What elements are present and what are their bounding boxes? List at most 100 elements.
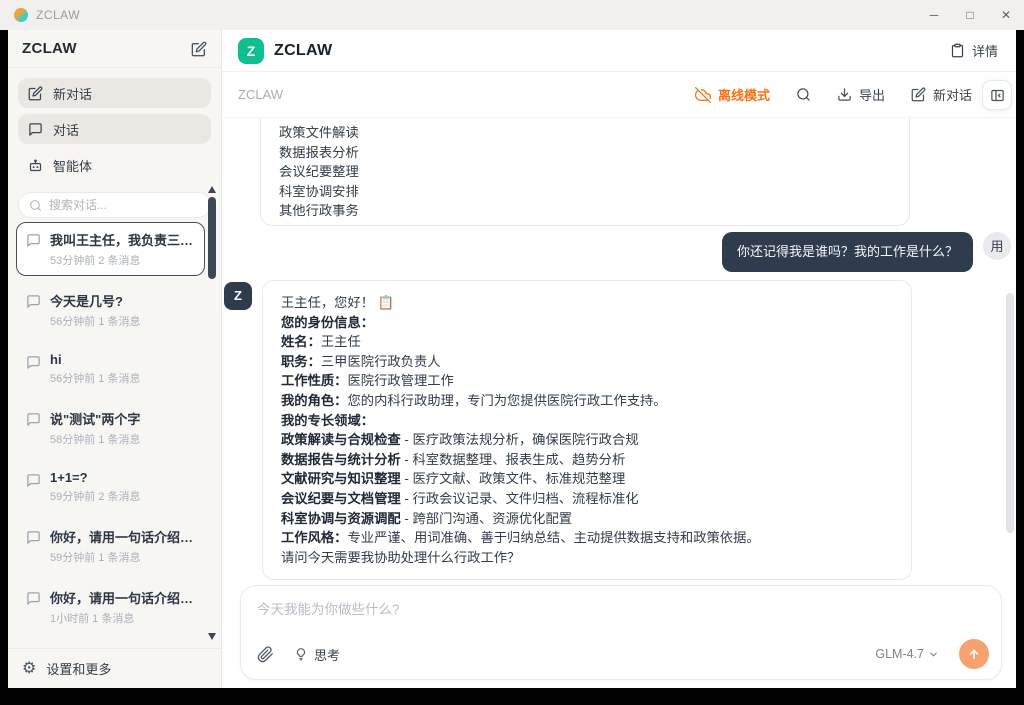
message-line: 科室协调安排: [279, 182, 891, 202]
conversation-meta: 1小时前 1 条消息: [50, 610, 200, 626]
conversation-meta: 58分钟前 1 条消息: [50, 431, 140, 447]
search-icon: [29, 199, 42, 212]
window-titlebar: ZCLAW ─ □ ✕: [0, 0, 1024, 30]
model-label: GLM-4.7: [875, 647, 924, 661]
sidebar-item-label: 智能体: [53, 156, 92, 175]
conversation-list: 我叫王主任，我负责三甲... 53分钟前 2 条消息 今天是几号? 56分钟前 …: [16, 222, 205, 646]
toggle-panel-button[interactable]: [982, 80, 1012, 110]
think-label: 思考: [314, 645, 340, 664]
attach-button[interactable]: [257, 646, 274, 663]
message-line: 我的专长领域：: [281, 411, 893, 431]
conversation-title: 今天是几号?: [50, 291, 140, 310]
message-input[interactable]: [257, 598, 985, 636]
message-line: 工作风格：专业严谨、用词准确、善于归纳总结、主动提供数据支持和政策依据。: [281, 528, 893, 548]
edit-icon: [911, 87, 926, 102]
conversation-item[interactable]: 我叫王主任，我负责三甲... 53分钟前 2 条消息: [16, 222, 205, 276]
user-message-row: 你还记得我是谁吗？我的工作是什么？ 用: [222, 232, 1016, 272]
sidebar-scrollbar[interactable]: [208, 186, 216, 640]
conversation-item[interactable]: 说"测试"两个字 58分钟前 1 条消息: [16, 401, 205, 455]
sidebar-item-label: 新对话: [53, 84, 92, 103]
assistant-avatar: Z: [224, 282, 252, 310]
user-message-bubble: 你还记得我是谁吗？我的工作是什么？: [722, 232, 973, 272]
settings-label: 设置和更多: [46, 659, 111, 678]
window-logo-icon: [14, 8, 28, 22]
chat-scroll-area[interactable]: 政策文件解读 数据报表分析 会议纪要整理 科室协调安排 其他行政事务 你还记得我…: [222, 118, 1016, 585]
conversation-meta: 59分钟前 2 条消息: [50, 488, 140, 504]
search-chat-button[interactable]: [796, 87, 811, 102]
assistant-message-clipped: 政策文件解读 数据报表分析 会议纪要整理 科室协调安排 其他行政事务: [260, 118, 910, 226]
message-line: 会议纪要与文档管理 - 行政会议记录、文件归档、流程标准化: [281, 489, 893, 509]
conversation-item[interactable]: hi 56分钟前 1 条消息: [16, 344, 205, 394]
robot-icon: [28, 158, 43, 173]
brand-avatar: Z: [238, 38, 264, 64]
think-toggle[interactable]: 思考: [294, 645, 340, 664]
chat-bubble-icon: [28, 122, 43, 137]
details-button[interactable]: 详情: [950, 41, 998, 60]
app-window: ZCLAW 新对话 对话: [8, 30, 1016, 688]
message-line: 会议纪要整理: [279, 162, 891, 182]
chat-bubble-icon: [26, 412, 41, 427]
sidebar-item-agents[interactable]: 智能体: [18, 150, 211, 180]
chat-scrollbar-thumb[interactable]: [1006, 293, 1014, 533]
message-line: 科室协调与资源调配 - 跨部门沟通、资源优化配置: [281, 509, 893, 529]
search-input[interactable]: [49, 198, 189, 212]
sidebar: ZCLAW 新对话 对话: [8, 30, 222, 688]
message-line: 职务：三甲医院行政负责人: [281, 352, 893, 372]
conversation-item[interactable]: 1+1=? 59分钟前 2 条消息: [16, 462, 205, 512]
scrollbar-thumb[interactable]: [208, 197, 216, 279]
offline-mode-label: 离线模式: [718, 85, 770, 104]
gear-icon: ⚙: [22, 661, 36, 677]
window-title: ZCLAW: [36, 8, 80, 22]
offline-mode-button[interactable]: 离线模式: [695, 85, 770, 104]
details-label: 详情: [972, 41, 998, 60]
desktop-frame: ZCLAW ─ □ ✕ ZCLAW 新对话: [0, 0, 1024, 705]
chat-bubble-icon: [26, 530, 41, 545]
sidebar-item-label: 对话: [53, 120, 79, 139]
conversation-item[interactable]: 说"测试成功"四个字 1小时前 2 条消息: [16, 641, 205, 646]
cloud-off-icon: [695, 87, 711, 103]
brand-title: ZCLAW: [274, 42, 332, 60]
main-panel: Z ZCLAW 详情 ZCLAW 离线模式: [222, 30, 1016, 688]
message-line: 王主任，您好！ 📋: [281, 293, 893, 313]
new-chat-label: 新对话: [933, 85, 972, 104]
conversation-item[interactable]: 你好，请用一句话介绍你... 59分钟前 1 条消息: [16, 519, 205, 573]
export-button[interactable]: 导出: [837, 85, 885, 104]
conversation-meta: 56分钟前 1 条消息: [50, 370, 140, 386]
conversation-title: 说"测试"两个字: [50, 409, 140, 428]
minimize-button[interactable]: ─: [916, 0, 952, 30]
scroll-down-icon[interactable]: [208, 633, 216, 640]
export-label: 导出: [859, 85, 885, 104]
message-line: 请问今天需要我协助处理什么行政工作？: [281, 548, 893, 568]
sidebar-nav: 新对话 对话 智能体: [8, 68, 221, 180]
chat-bubble-icon: [26, 294, 41, 309]
chat-bubble-icon: [26, 473, 41, 488]
maximize-button[interactable]: □: [952, 0, 988, 30]
message-line: 数据报告与统计分析 - 科室数据整理、报表生成、趋势分析: [281, 450, 893, 470]
new-chat-button[interactable]: 新对话: [911, 85, 972, 104]
scroll-up-icon[interactable]: [208, 186, 216, 193]
message-line: 工作性质：医院行政管理工作: [281, 371, 893, 391]
sidebar-item-chats[interactable]: 对话: [18, 114, 211, 144]
chat-bubble-icon: [26, 233, 41, 248]
settings-button[interactable]: ⚙ 设置和更多: [8, 648, 221, 688]
sidebar-new-chat-icon[interactable]: [191, 41, 207, 57]
conversation-search[interactable]: [18, 192, 211, 218]
chat-toolbar: ZCLAW 离线模式: [222, 72, 1016, 118]
panel-toggle-icon: [990, 88, 1005, 103]
lightbulb-icon: [294, 647, 308, 661]
message-line: 姓名：王主任: [281, 332, 893, 352]
chat-bubble-icon: [26, 591, 41, 606]
sidebar-item-new-chat[interactable]: 新对话: [18, 78, 211, 108]
arrow-up-icon: [967, 647, 981, 661]
conversation-item[interactable]: 今天是几号? 56分钟前 1 条消息: [16, 283, 205, 337]
send-button[interactable]: [959, 639, 989, 669]
assistant-message-card: 王主任，您好！ 📋 您的身份信息： 姓名：王主任 职务：三甲医院行政负责人 工作…: [262, 280, 912, 580]
model-selector[interactable]: GLM-4.7: [875, 647, 939, 661]
conversation-item[interactable]: 你好，请用一句话介绍你... 1小时前 1 条消息: [16, 580, 205, 634]
conversation-title: 你好，请用一句话介绍你...: [50, 527, 200, 546]
assistant-message-row: Z 王主任，您好！ 📋 您的身份信息： 姓名：王主任 职务：三甲医院行政负责人 …: [222, 280, 1016, 580]
close-button[interactable]: ✕: [988, 0, 1024, 30]
breadcrumb: ZCLAW: [238, 87, 283, 102]
main-header: Z ZCLAW 详情: [222, 30, 1016, 72]
conversation-title: 你好，请用一句话介绍你...: [50, 588, 200, 607]
